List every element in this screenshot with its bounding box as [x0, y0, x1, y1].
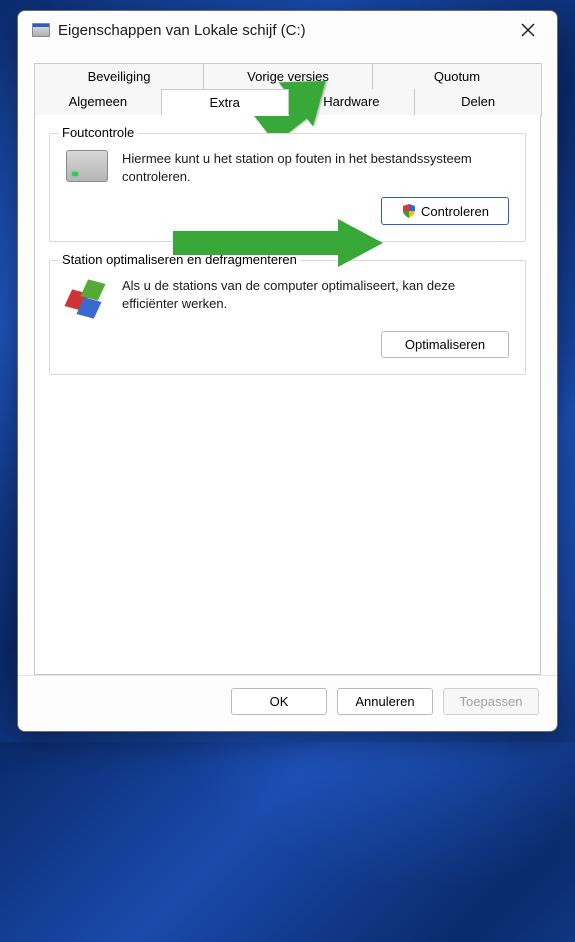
tab-beveiliging[interactable]: Beveiliging: [34, 63, 204, 89]
uac-shield-icon: [401, 203, 417, 219]
check-button-label: Controleren: [421, 204, 489, 219]
cancel-button[interactable]: Annuleren: [337, 688, 433, 715]
properties-dialog: Eigenschappen van Lokale schijf (C:) Bev…: [17, 10, 558, 732]
check-button[interactable]: Controleren: [381, 197, 509, 225]
tab-hardware[interactable]: Hardware: [288, 89, 416, 116]
tab-quotum[interactable]: Quotum: [372, 63, 542, 89]
titlebar: Eigenschappen van Lokale schijf (C:): [18, 11, 557, 51]
tab-extra[interactable]: Extra: [161, 89, 289, 116]
group-error-checking-title: Foutcontrole: [58, 125, 138, 140]
ok-button[interactable]: OK: [231, 688, 327, 715]
group-optimize: Station optimaliseren en defragmenteren …: [49, 260, 526, 375]
close-icon: [521, 23, 535, 37]
harddrive-icon: [66, 150, 108, 182]
apply-button: Toepassen: [443, 688, 539, 715]
tab-panel-extra: Foutcontrole Hiermee kunt u het station …: [34, 115, 541, 675]
tab-delen[interactable]: Delen: [414, 89, 542, 116]
optimize-description: Als u de stations van de computer optima…: [122, 277, 509, 312]
defragment-icon: [66, 277, 108, 319]
tabs: Beveiliging Vorige versies Quotum Algeme…: [18, 51, 557, 675]
window-title: Eigenschappen van Lokale schijf (C:): [58, 22, 306, 39]
optimize-button[interactable]: Optimaliseren: [381, 331, 509, 358]
error-check-description: Hiermee kunt u het station op fouten in …: [122, 150, 509, 185]
tabs-row-1: Beveiliging Vorige versies Quotum: [34, 63, 541, 89]
tab-algemeen[interactable]: Algemeen: [34, 89, 162, 116]
group-optimize-title: Station optimaliseren en defragmenteren: [58, 252, 301, 267]
tabs-row-2: Algemeen Extra Hardware Delen: [34, 89, 541, 116]
drive-icon: [32, 23, 50, 37]
optimize-button-label: Optimaliseren: [405, 337, 485, 352]
tab-vorige-versies[interactable]: Vorige versies: [203, 63, 373, 89]
group-error-checking: Foutcontrole Hiermee kunt u het station …: [49, 133, 526, 242]
dialog-buttons: OK Annuleren Toepassen: [18, 675, 557, 731]
close-button[interactable]: [511, 16, 545, 44]
